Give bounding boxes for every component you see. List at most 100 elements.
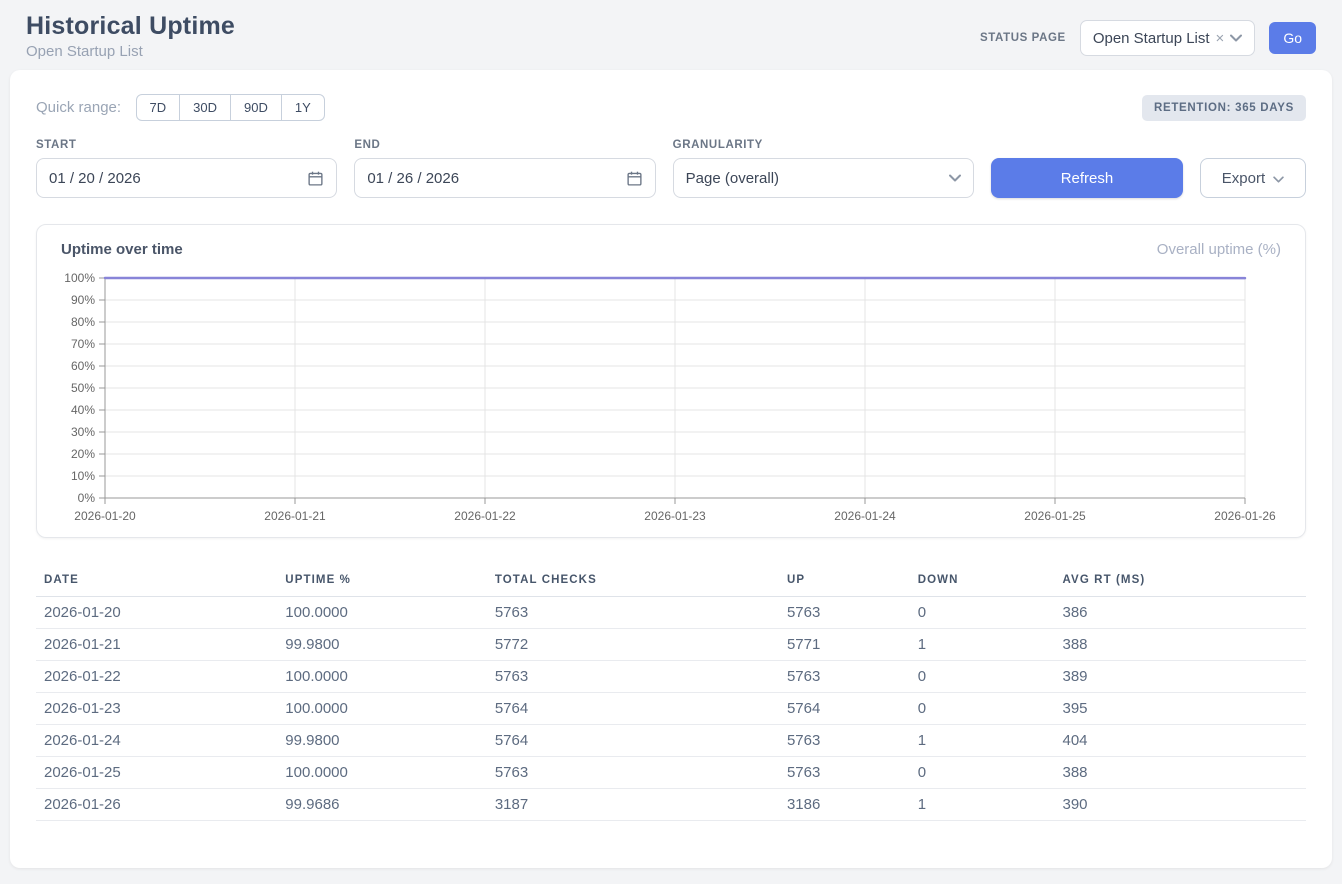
page-header: Historical Uptime Open Startup List STAT… — [0, 0, 1342, 70]
cell-up: 3186 — [779, 789, 910, 821]
svg-text:80%: 80% — [71, 315, 95, 329]
col-header-up: UP — [779, 564, 910, 597]
table-header-row: DATEUPTIME %TOTAL CHECKSUPDOWNAVG RT (MS… — [36, 564, 1306, 597]
page-heading: Historical Uptime Open Startup List — [26, 12, 235, 60]
cell-total-checks: 5764 — [487, 725, 779, 757]
go-button[interactable]: Go — [1269, 22, 1316, 54]
svg-text:10%: 10% — [71, 469, 95, 483]
cell-avg-rt: 390 — [1055, 789, 1307, 821]
cell-total-checks: 5763 — [487, 661, 779, 693]
uptime-chart-card: Uptime over time Overall uptime (%) 0%10… — [36, 224, 1306, 538]
page-title: Historical Uptime — [26, 12, 235, 41]
cell-down: 0 — [910, 757, 1055, 789]
refresh-button[interactable]: Refresh — [991, 158, 1183, 198]
svg-text:50%: 50% — [71, 381, 95, 395]
cell-avg-rt: 386 — [1055, 597, 1307, 629]
end-date-field: END 01 / 26 / 2026 — [354, 139, 655, 198]
end-date-input[interactable]: 01 / 26 / 2026 — [354, 158, 655, 198]
svg-text:2026-01-22: 2026-01-22 — [454, 509, 516, 523]
start-date-value: 01 / 20 / 2026 — [49, 170, 141, 187]
svg-text:40%: 40% — [71, 403, 95, 417]
uptime-line-chart: 0%10%20%30%40%50%60%70%80%90%100%2026-01… — [61, 270, 1277, 526]
status-page-value: Open Startup List — [1093, 30, 1210, 47]
status-page-controls: STATUS PAGE Open Startup List × Go — [980, 20, 1316, 56]
cell-down: 0 — [910, 661, 1055, 693]
chart-title: Uptime over time — [61, 241, 183, 258]
table-row: 2026-01-25100.0000576357630388 — [36, 757, 1306, 789]
quick-range-7d[interactable]: 7D — [136, 94, 181, 121]
end-label: END — [354, 139, 655, 151]
quick-range-row: Quick range: 7D30D90D1Y RETENTION: 365 D… — [36, 94, 1306, 121]
quick-range-90d[interactable]: 90D — [230, 94, 282, 121]
status-page-select[interactable]: Open Startup List × — [1080, 20, 1256, 56]
cell-up: 5764 — [779, 693, 910, 725]
quick-range-1y[interactable]: 1Y — [281, 94, 325, 121]
retention-badge: RETENTION: 365 DAYS — [1142, 95, 1306, 121]
svg-text:70%: 70% — [71, 337, 95, 351]
cell-total-checks: 5764 — [487, 693, 779, 725]
svg-text:90%: 90% — [71, 293, 95, 307]
granularity-select[interactable]: Page (overall) — [673, 158, 974, 198]
cell-date: 2026-01-25 — [36, 757, 277, 789]
granularity-field: GRANULARITY Page (overall) — [673, 139, 974, 198]
uptime-table-head: DATEUPTIME %TOTAL CHECKSUPDOWNAVG RT (MS… — [36, 564, 1306, 597]
cell-date: 2026-01-21 — [36, 629, 277, 661]
cell-down: 0 — [910, 693, 1055, 725]
col-header-date: DATE — [36, 564, 277, 597]
cell-uptime-pct: 100.0000 — [277, 693, 487, 725]
svg-text:60%: 60% — [71, 359, 95, 373]
table-row: 2026-01-22100.0000576357630389 — [36, 661, 1306, 693]
col-header-down: DOWN — [910, 564, 1055, 597]
chevron-down-icon — [949, 169, 961, 187]
cell-date: 2026-01-24 — [36, 725, 277, 757]
svg-text:2026-01-26: 2026-01-26 — [1214, 509, 1276, 523]
start-label: START — [36, 139, 337, 151]
table-row: 2026-01-2199.9800577257711388 — [36, 629, 1306, 661]
svg-text:2026-01-25: 2026-01-25 — [1024, 509, 1086, 523]
svg-text:30%: 30% — [71, 425, 95, 439]
cell-avg-rt: 388 — [1055, 757, 1307, 789]
calendar-icon[interactable] — [626, 170, 643, 187]
cell-uptime-pct: 99.9800 — [277, 629, 487, 661]
cell-avg-rt: 404 — [1055, 725, 1307, 757]
cell-total-checks: 3187 — [487, 789, 779, 821]
cell-up: 5763 — [779, 661, 910, 693]
col-header-total-checks: TOTAL CHECKS — [487, 564, 779, 597]
table-row: 2026-01-2499.9800576457631404 — [36, 725, 1306, 757]
cell-uptime-pct: 99.9686 — [277, 789, 487, 821]
cell-total-checks: 5763 — [487, 757, 779, 789]
cell-up: 5763 — [779, 725, 910, 757]
granularity-value: Page (overall) — [686, 170, 779, 187]
quick-range-30d[interactable]: 30D — [179, 94, 231, 121]
main-card: Quick range: 7D30D90D1Y RETENTION: 365 D… — [10, 70, 1332, 868]
table-row: 2026-01-2699.9686318731861390 — [36, 789, 1306, 821]
cell-date: 2026-01-26 — [36, 789, 277, 821]
cell-total-checks: 5772 — [487, 629, 779, 661]
svg-text:2026-01-20: 2026-01-20 — [74, 509, 136, 523]
start-date-input[interactable]: 01 / 20 / 2026 — [36, 158, 337, 198]
cell-avg-rt: 395 — [1055, 693, 1307, 725]
svg-text:2026-01-23: 2026-01-23 — [644, 509, 706, 523]
clear-selection-icon[interactable]: × — [1216, 31, 1225, 46]
cell-up: 5763 — [779, 757, 910, 789]
cell-down: 1 — [910, 725, 1055, 757]
svg-text:100%: 100% — [64, 271, 95, 285]
cell-uptime-pct: 100.0000 — [277, 661, 487, 693]
export-button-label: Export — [1222, 170, 1265, 187]
col-header-avg-rt: AVG RT (MS) — [1055, 564, 1307, 597]
table-row: 2026-01-20100.0000576357630386 — [36, 597, 1306, 629]
table-row: 2026-01-23100.0000576457640395 — [36, 693, 1306, 725]
chart-header: Uptime over time Overall uptime (%) — [61, 241, 1281, 258]
svg-text:2026-01-21: 2026-01-21 — [264, 509, 326, 523]
export-button[interactable]: Export — [1200, 158, 1306, 198]
svg-text:2026-01-24: 2026-01-24 — [834, 509, 896, 523]
status-page-label: STATUS PAGE — [980, 32, 1066, 44]
cell-up: 5771 — [779, 629, 910, 661]
quick-range-wrap: Quick range: 7D30D90D1Y — [36, 94, 325, 121]
cell-down: 0 — [910, 597, 1055, 629]
calendar-icon[interactable] — [307, 170, 324, 187]
end-date-value: 01 / 26 / 2026 — [367, 170, 459, 187]
cell-down: 1 — [910, 789, 1055, 821]
chart-legend: Overall uptime (%) — [1157, 241, 1281, 258]
cell-date: 2026-01-23 — [36, 693, 277, 725]
